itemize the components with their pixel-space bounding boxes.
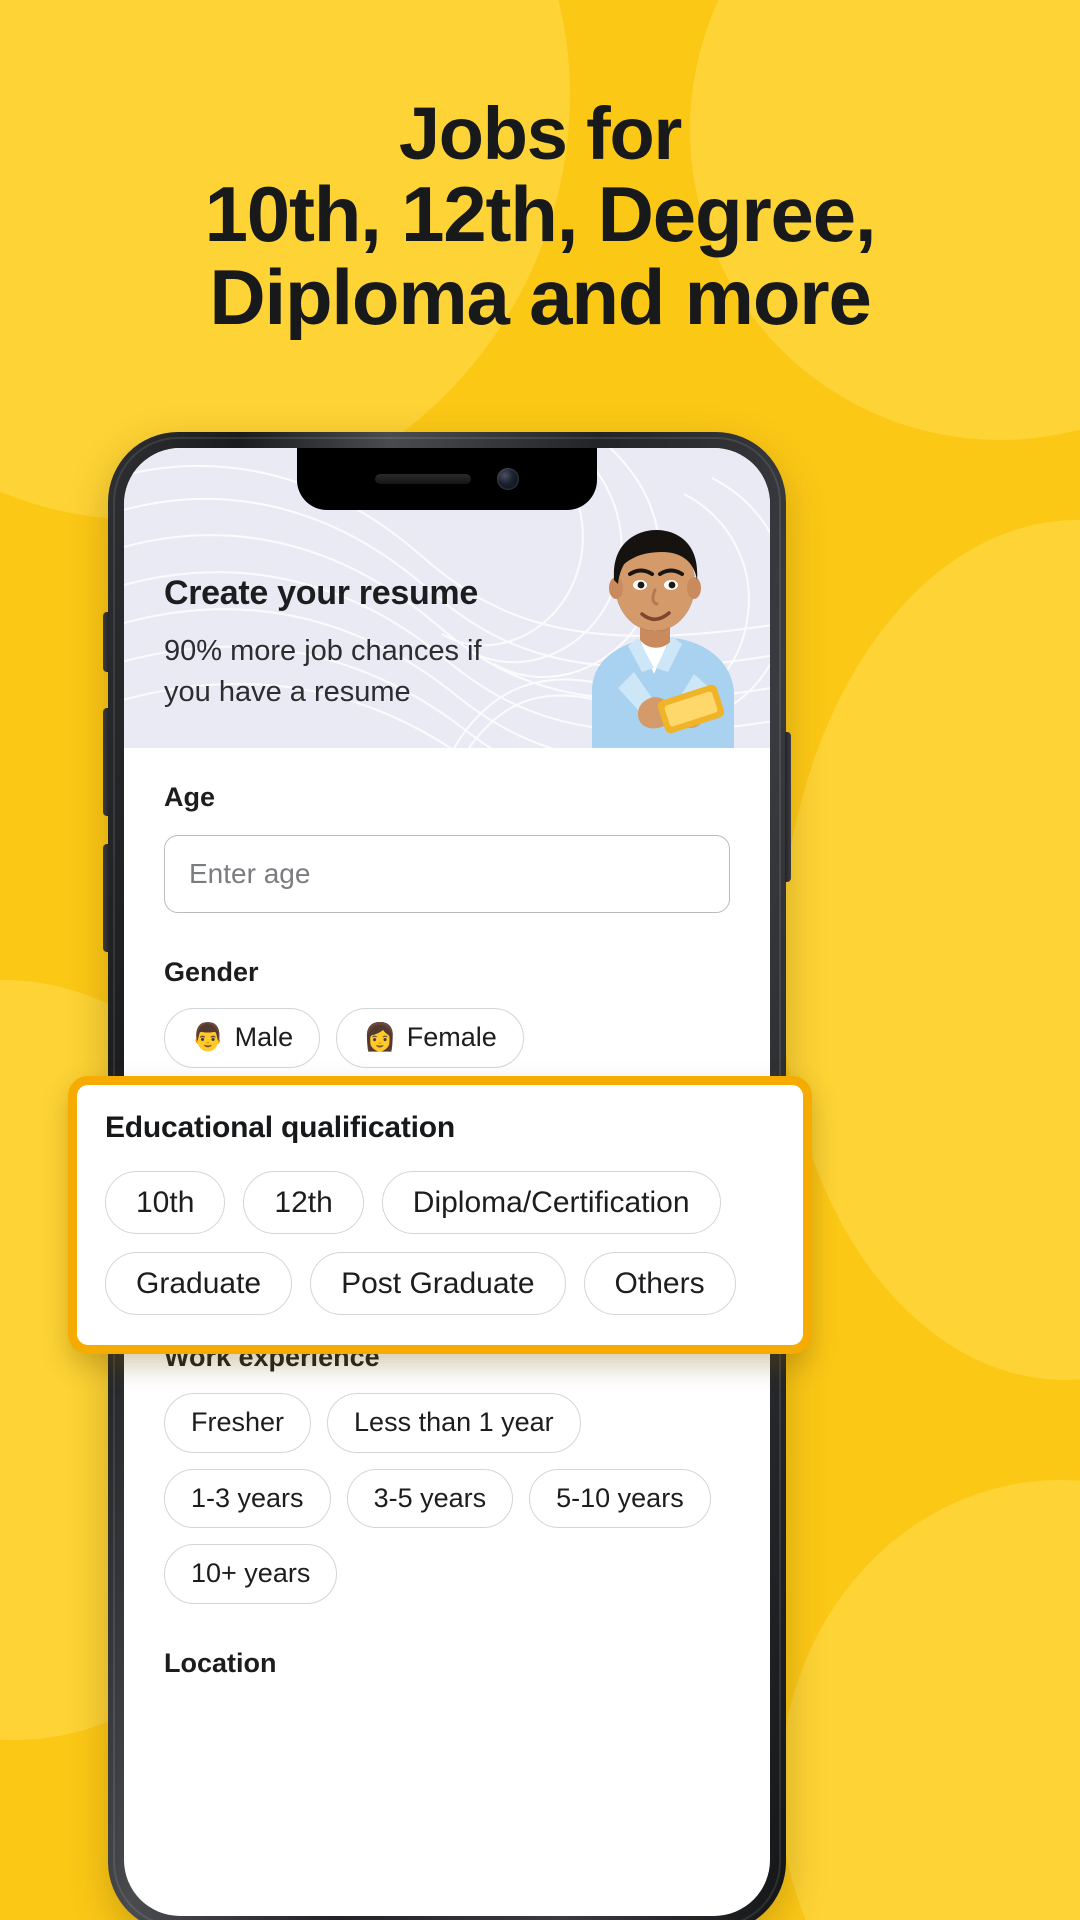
phone-silent-switch: [103, 612, 109, 672]
decorative-blob-bottom-right: [780, 1480, 1080, 1920]
work-experience-field-group: Work experience Fresher Less than 1 year…: [164, 1342, 730, 1605]
age-input[interactable]: Enter age: [164, 835, 730, 913]
education-highlight-card: Educational qualification 10th 12th Dipl…: [68, 1076, 812, 1354]
work-experience-chip-fresher[interactable]: Fresher: [164, 1393, 312, 1453]
phone-volume-up-button: [103, 708, 109, 816]
education-highlight-chip-diploma[interactable]: Diploma/Certification: [381, 1171, 721, 1234]
work-experience-chip-less-than-1-year[interactable]: Less than 1 year: [327, 1393, 581, 1453]
education-highlight-chip-12th[interactable]: 12th: [243, 1171, 364, 1234]
phone-volume-down-button: [103, 844, 109, 952]
gender-chip-female-label: Female: [406, 1022, 497, 1052]
education-highlight-chip-10th[interactable]: 10th: [105, 1171, 226, 1234]
location-field-group: Location: [164, 1648, 730, 1679]
woman-emoji-icon: 👩: [363, 1022, 397, 1052]
work-experience-chip-1-3-years[interactable]: 1-3 years: [164, 1468, 331, 1529]
person-illustration: [592, 530, 734, 748]
phone-power-button: [785, 732, 791, 882]
phone-notch: [297, 448, 597, 510]
gender-chip-group: 👨 Male 👩 Female: [164, 1008, 730, 1068]
promo-headline: Jobs for 10th, 12th, Degree, Diploma and…: [0, 92, 1080, 342]
work-experience-chip-10-plus-years[interactable]: 10+ years: [164, 1544, 338, 1605]
gender-label: Gender: [164, 957, 259, 987]
promo-screenshot: Jobs for 10th, 12th, Degree, Diploma and…: [0, 0, 1080, 1920]
age-label: Age: [164, 782, 216, 812]
hero-text-block: Create your resume 90% more job chances …: [164, 574, 494, 713]
gender-chip-female[interactable]: 👩 Female: [336, 1008, 524, 1068]
gender-chip-male-label: Male: [234, 1022, 294, 1052]
age-field-group: Age Enter age: [164, 782, 730, 913]
gender-field-group: Gender 👨 Male 👩 Female: [164, 957, 730, 1068]
man-emoji-icon: 👨: [191, 1022, 225, 1052]
decorative-blob-middle-right: [780, 520, 1080, 1380]
work-experience-chip-5-10-years[interactable]: 5-10 years: [529, 1468, 711, 1529]
headline-line-2: 10th, 12th, Degree,: [204, 170, 877, 259]
hero-title: Create your resume: [164, 574, 478, 612]
front-camera-icon: [497, 468, 519, 490]
headline-line-3: Diploma and more: [209, 253, 871, 342]
work-experience-chip-group: Fresher Less than 1 year 1-3 years 3-5 y…: [164, 1393, 730, 1605]
hero-subtitle: 90% more job chances if you have a resum…: [164, 635, 482, 709]
earpiece-speaker-icon: [375, 474, 471, 484]
education-highlight-chip-group: 10th 12th Diploma/Certification Graduate…: [105, 1171, 775, 1315]
education-highlight-title: Educational qualification: [105, 1111, 456, 1144]
gender-chip-male[interactable]: 👨 Male: [164, 1008, 321, 1068]
education-highlight-chip-post-graduate[interactable]: Post Graduate: [310, 1252, 566, 1315]
location-label: Location: [164, 1648, 277, 1679]
education-highlight-chip-graduate[interactable]: Graduate: [105, 1252, 293, 1315]
headline-line-1: Jobs for: [398, 92, 683, 175]
work-experience-chip-3-5-years[interactable]: 3-5 years: [346, 1468, 514, 1529]
education-highlight-chip-others[interactable]: Others: [583, 1252, 736, 1315]
